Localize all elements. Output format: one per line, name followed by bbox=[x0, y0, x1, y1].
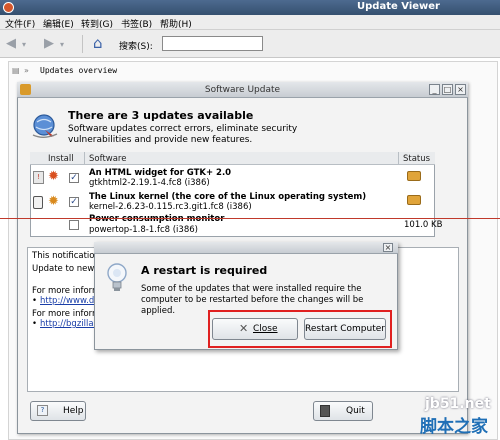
install-checkbox[interactable]: ✓ bbox=[69, 197, 79, 207]
forward-icon[interactable]: ▶ bbox=[44, 36, 54, 51]
menu-help[interactable]: 帮助(H) bbox=[160, 17, 192, 30]
help-label: Help bbox=[63, 406, 84, 416]
software-update-icon bbox=[31, 113, 59, 139]
details-link[interactable]: http://www.di bbox=[40, 296, 97, 306]
quit-button[interactable]: Quit bbox=[313, 401, 373, 421]
back-menu-chevron-icon[interactable]: ▾ bbox=[22, 40, 26, 49]
update-app-icon bbox=[20, 84, 31, 95]
close-window-icon[interactable]: × bbox=[455, 84, 466, 95]
column-status[interactable]: Status bbox=[403, 154, 430, 164]
software-update-title: Software Update bbox=[204, 85, 281, 95]
column-divider bbox=[398, 152, 399, 165]
toolbar-divider bbox=[82, 35, 83, 53]
window-titlebar: Update Viewer bbox=[0, 0, 500, 15]
software-update-titlebar: Software Update _ □ × bbox=[17, 82, 468, 98]
minimize-icon[interactable]: _ bbox=[429, 84, 440, 95]
menu-bookmarks[interactable]: 书签(B) bbox=[121, 17, 152, 30]
restart-heading: A restart is required bbox=[141, 264, 268, 277]
column-install[interactable]: Install bbox=[48, 154, 74, 164]
package-status-icon bbox=[407, 195, 421, 205]
annotation-highlight-box bbox=[208, 310, 392, 348]
menu-file[interactable]: 文件(F) bbox=[5, 17, 35, 30]
search-label: 搜索(S): bbox=[119, 42, 153, 52]
update-name: The Linux kernel (the core of the Linux … bbox=[89, 192, 367, 202]
maximize-icon[interactable]: □ bbox=[442, 84, 453, 95]
quit-icon bbox=[320, 405, 330, 417]
package-status-icon bbox=[407, 171, 421, 181]
back-icon[interactable]: ◀ bbox=[6, 36, 16, 51]
updates-description: Software updates correct errors, elimina… bbox=[68, 124, 298, 145]
update-package: gtkhtml2-2.19.1-4.fc8 (i386) bbox=[89, 178, 210, 188]
details-text: Update to newe bbox=[32, 264, 100, 274]
forward-menu-chevron-icon[interactable]: ▾ bbox=[60, 40, 64, 49]
lightbulb-icon bbox=[106, 262, 128, 296]
menu-go[interactable]: 转到(G) bbox=[81, 17, 113, 30]
update-name: An HTML widget for GTK+ 2.0 bbox=[89, 168, 232, 178]
bullet-icon: • bbox=[32, 296, 38, 306]
update-name: Power consumption monitor bbox=[89, 214, 225, 224]
page-icon: ▤ bbox=[12, 66, 20, 75]
overview-title: Updates overview bbox=[40, 66, 118, 75]
updates-heading: There are 3 updates available bbox=[68, 109, 254, 122]
update-package: powertop-1.8-1.fc8 (i386) bbox=[89, 225, 198, 235]
window-title: Update Viewer bbox=[357, 1, 440, 12]
separator-icon: » bbox=[24, 66, 29, 75]
help-icon: ? bbox=[37, 405, 48, 416]
menu-bar: 文件(F) 编辑(E) 转到(G) 书签(B) 帮助(H) bbox=[0, 15, 500, 30]
bullet-icon: • bbox=[32, 319, 38, 329]
details-text: For more inform bbox=[32, 309, 101, 319]
column-software[interactable]: Software bbox=[89, 154, 126, 164]
details-text: This notification bbox=[32, 251, 100, 261]
bugfix-icon: ✹ bbox=[48, 169, 59, 184]
help-button[interactable]: ? Help bbox=[30, 401, 86, 421]
column-divider bbox=[84, 152, 85, 165]
update-package: kernel-2.6.23-0.115.rc3.git1.fc8 (i386) bbox=[89, 202, 252, 212]
device-icon bbox=[33, 196, 43, 209]
update-size: 101.0 KB bbox=[404, 220, 443, 230]
watermark-site: 脚本之家 bbox=[420, 417, 488, 437]
bugfix-icon: ✹ bbox=[48, 194, 59, 209]
details-link[interactable]: http://bgzilla. bbox=[40, 319, 96, 329]
restart-dialog-titlebar: × bbox=[94, 242, 398, 254]
close-window-icon[interactable]: × bbox=[383, 243, 393, 252]
details-text: For more inform bbox=[32, 286, 101, 296]
annotation-line bbox=[0, 218, 500, 219]
install-checkbox[interactable]: ✓ bbox=[69, 173, 79, 183]
quit-label: Quit bbox=[346, 406, 365, 416]
severity-icon: ! bbox=[33, 171, 44, 184]
menu-edit[interactable]: 编辑(E) bbox=[43, 17, 74, 30]
watermark-url: jb51.net bbox=[425, 396, 491, 412]
install-checkbox[interactable] bbox=[69, 220, 79, 230]
search-input[interactable] bbox=[162, 36, 263, 51]
home-icon[interactable]: ⌂ bbox=[93, 34, 103, 52]
